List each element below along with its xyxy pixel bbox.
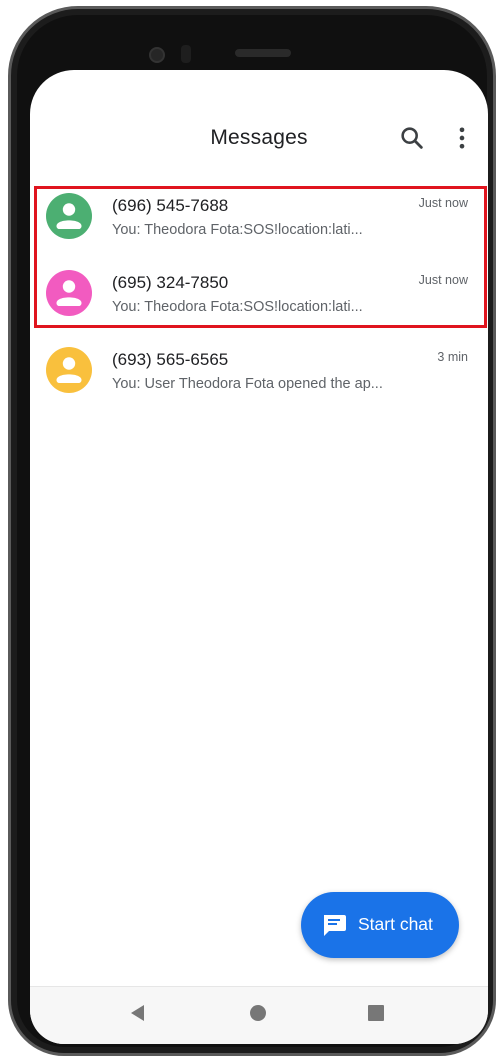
person-icon: [56, 357, 82, 383]
home-icon[interactable]: [246, 1001, 270, 1025]
earpiece-speaker: [235, 49, 291, 57]
conversation-item[interactable]: (693) 565-6565 You: User Theodora Fota o…: [30, 338, 488, 415]
conversation-snippet: You: User Theodora Fota opened the ap...: [112, 376, 383, 392]
recents-icon[interactable]: [364, 1001, 388, 1025]
front-camera: [149, 47, 165, 63]
back-icon[interactable]: [126, 1001, 150, 1025]
chat-icon: [321, 913, 347, 937]
start-chat-button[interactable]: Start chat: [301, 892, 459, 958]
conversation-time: 3 min: [437, 350, 468, 364]
proximity-sensor: [181, 45, 191, 63]
highlight-box: [34, 186, 487, 328]
start-chat-label: Start chat: [358, 914, 433, 934]
conversation-name: (693) 565-6565: [112, 350, 229, 369]
system-nav-bar: [30, 986, 488, 1044]
search-icon[interactable]: [398, 124, 426, 152]
avatar: [46, 347, 92, 393]
app-bar: Messages: [30, 114, 488, 162]
more-vert-icon[interactable]: [448, 124, 476, 152]
